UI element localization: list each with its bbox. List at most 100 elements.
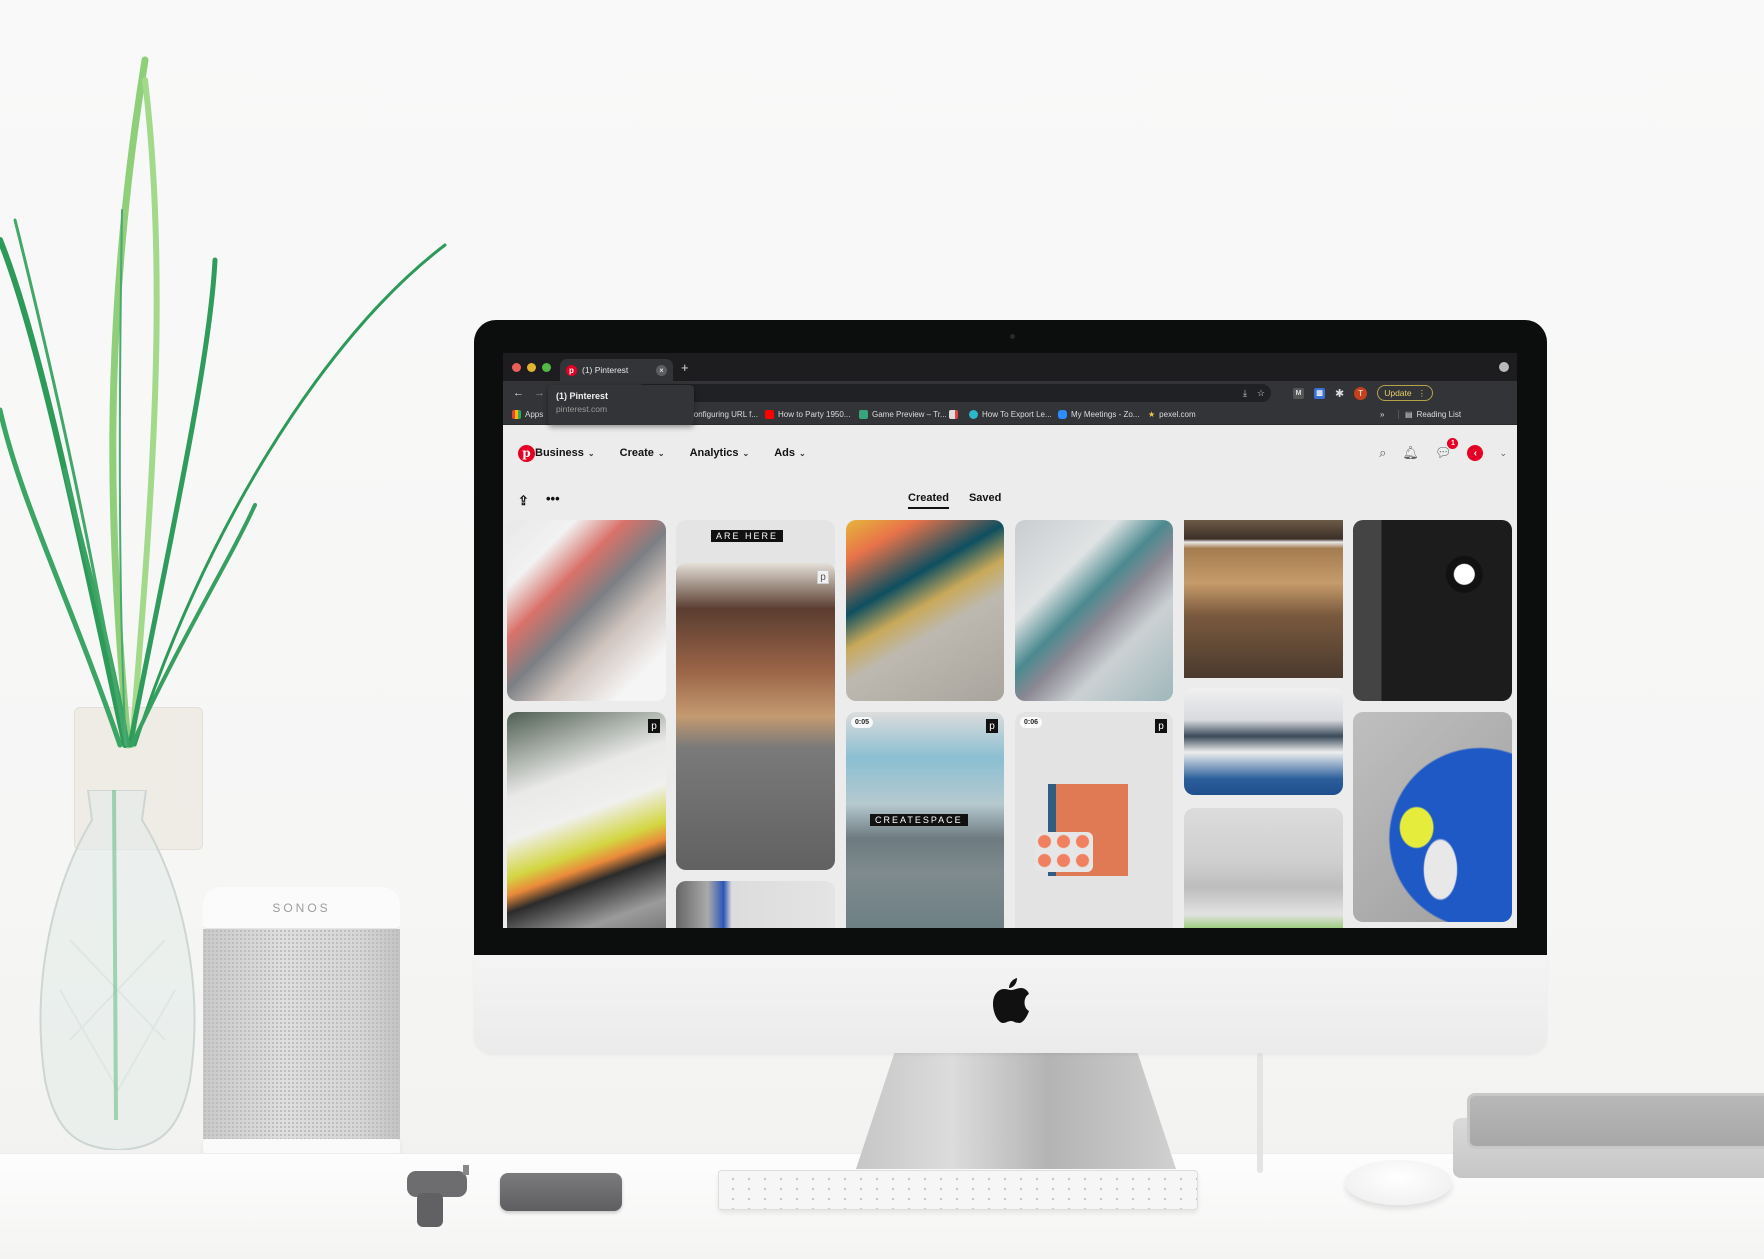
profile-tabs: Created Saved bbox=[908, 492, 1001, 509]
glass-vase bbox=[39, 790, 196, 1150]
more-options-icon[interactable]: ••• bbox=[546, 491, 560, 506]
apps-grid-icon bbox=[512, 410, 521, 419]
nav-business[interactable]: Business ⌄ bbox=[535, 447, 595, 459]
pin-grid: p ARE HERE p 0:05 p CREATESPACE 0:06 p bbox=[507, 520, 1517, 928]
pin-card[interactable] bbox=[1353, 712, 1512, 922]
tab-saved[interactable]: Saved bbox=[969, 492, 1001, 509]
bookmark-item[interactable]: How to Party 1950... bbox=[765, 410, 850, 419]
close-tab-icon[interactable]: × bbox=[656, 364, 667, 376]
pinterest-header: p Business ⌄ Create ⌄ Analytics ⌄ Ads ⌄ ⌕ 🔔︎… bbox=[503, 425, 1517, 481]
search-icon[interactable]: ⌕ bbox=[1379, 445, 1386, 461]
chevron-down-icon: ⌄ bbox=[587, 448, 595, 458]
pin-overlay-text: CREATESPACE bbox=[870, 814, 968, 826]
pin-card[interactable] bbox=[1015, 520, 1173, 701]
pin-card[interactable]: p bbox=[507, 712, 666, 928]
pin-badge: p bbox=[817, 570, 829, 584]
pinterest-favicon-icon: p bbox=[566, 364, 577, 376]
tab-pinterest[interactable]: p (1) Pinterest × bbox=[560, 359, 673, 381]
tab-search-icon[interactable] bbox=[1499, 362, 1509, 372]
new-tab-button[interactable]: + bbox=[681, 360, 689, 375]
star-icon: ★ bbox=[1148, 410, 1156, 419]
pin-card[interactable] bbox=[676, 881, 835, 928]
back-button[interactable]: ← bbox=[513, 387, 524, 399]
pin-card[interactable] bbox=[1184, 520, 1343, 678]
extension-blue-icon[interactable]: ▥ bbox=[1314, 387, 1325, 399]
tab-title: (1) Pinterest bbox=[582, 365, 629, 375]
watch-icon bbox=[407, 1165, 469, 1227]
bookmark-item[interactable]: Game Preview – Tr... bbox=[859, 410, 947, 419]
update-label: Update bbox=[1384, 388, 1412, 398]
plant-icon bbox=[0, 56, 447, 749]
pin-card[interactable] bbox=[846, 520, 1004, 701]
install-icon[interactable]: ⤓ bbox=[1243, 388, 1247, 399]
power-cable bbox=[1257, 1053, 1263, 1173]
close-window-button[interactable] bbox=[512, 362, 521, 372]
speaker: SONOS bbox=[203, 887, 400, 1163]
profile-avatar[interactable]: T bbox=[1354, 386, 1368, 400]
hover-card-domain: pinterest.com bbox=[556, 404, 608, 414]
pinterest-logo-icon[interactable]: p bbox=[518, 444, 535, 462]
messages-button[interactable]: 💬︎ 1 bbox=[1435, 438, 1459, 461]
apple-logo-icon bbox=[993, 978, 1029, 1023]
pin-card[interactable] bbox=[1184, 688, 1343, 795]
pin-overlay-text: ARE HERE bbox=[711, 530, 784, 542]
keyboard bbox=[718, 1170, 1198, 1210]
update-button[interactable]: Update ⋮ bbox=[1377, 385, 1434, 401]
hover-card-title: (1) Pinterest bbox=[556, 391, 609, 401]
bookmark-item[interactable] bbox=[949, 410, 958, 419]
speaker-brand-label: SONOS bbox=[272, 900, 331, 915]
nav-create[interactable]: Create ⌄ bbox=[620, 447, 665, 459]
pin-image-dots bbox=[1035, 832, 1093, 872]
share-icon[interactable]: ⇪ bbox=[518, 493, 529, 509]
bookmark-item[interactable]: ★ pexel.com bbox=[1148, 410, 1196, 419]
imac-stand bbox=[856, 1053, 1176, 1169]
tab-created[interactable]: Created bbox=[908, 492, 949, 509]
accounts-chevron-icon[interactable]: ⌄ bbox=[1499, 448, 1507, 459]
bookmark-item[interactable]: How To Export Le... bbox=[969, 410, 1052, 419]
window-controls bbox=[512, 362, 551, 372]
nav-analytics[interactable]: Analytics ⌄ bbox=[690, 447, 750, 459]
messages-badge: 1 bbox=[1447, 438, 1459, 449]
chevron-down-icon: ⌄ bbox=[798, 448, 806, 458]
bookmark-apps[interactable]: Apps bbox=[512, 410, 543, 419]
url-input[interactable]: reated/ ⤓ ☆ bbox=[635, 384, 1271, 402]
chevron-down-icon: ⌄ bbox=[657, 448, 665, 458]
forward-button[interactable]: → bbox=[534, 387, 545, 399]
pin-card[interactable]: 0:05 p CREATESPACE bbox=[846, 712, 1004, 928]
tab-bar: p (1) Pinterest × + bbox=[503, 353, 1517, 381]
puzzle-extensions-icon[interactable]: ✱ bbox=[1335, 387, 1344, 400]
slides-icon bbox=[859, 410, 868, 419]
extensions-area: M ▥ ✱ T Update ⋮ bbox=[1293, 384, 1434, 402]
tab-hover-card: (1) Pinterest pinterest.com bbox=[548, 385, 694, 425]
video-duration: 0:06 bbox=[1020, 717, 1043, 728]
pin-card[interactable]: p bbox=[676, 563, 835, 870]
reading-list-button[interactable]: ▤ Reading List bbox=[1398, 410, 1461, 419]
tablet bbox=[1467, 1093, 1764, 1149]
phone bbox=[500, 1173, 622, 1211]
notifications-bell-icon[interactable]: 🔔︎ bbox=[1402, 445, 1419, 461]
profile-toolbar: ⇪ ••• Created Saved bbox=[503, 481, 1517, 525]
pin-badge: p bbox=[648, 719, 660, 733]
mouse bbox=[1345, 1160, 1452, 1205]
extension-m-icon[interactable]: M bbox=[1293, 387, 1304, 399]
kebab-menu-icon: ⋮ bbox=[1417, 387, 1427, 398]
video-duration: 0:05 bbox=[851, 717, 874, 728]
maximize-window-button[interactable] bbox=[542, 362, 551, 372]
bookmark-star-icon[interactable]: ☆ bbox=[1257, 388, 1265, 399]
pin-badge: p bbox=[1155, 719, 1167, 733]
nav-ads[interactable]: Ads ⌄ bbox=[774, 447, 805, 459]
bookmark-red-icon bbox=[949, 410, 958, 419]
globe-icon bbox=[969, 410, 978, 419]
pin-card[interactable] bbox=[1353, 520, 1512, 701]
pin-card[interactable]: 0:06 p bbox=[1015, 712, 1173, 928]
pin-card[interactable] bbox=[507, 520, 666, 701]
browser-window: p (1) Pinterest × + ← → reated/ ⤓ ☆ M ▥ … bbox=[503, 353, 1517, 928]
youtube-icon bbox=[765, 410, 774, 419]
bookmark-item[interactable]: My Meetings - Zo... bbox=[1058, 410, 1139, 419]
profile-avatar[interactable]: ‹ bbox=[1467, 445, 1484, 461]
pin-card[interactable] bbox=[1184, 808, 1343, 928]
camera-icon bbox=[1010, 334, 1015, 339]
pin-badge: p bbox=[986, 719, 998, 733]
bookmarks-overflow-button[interactable]: » bbox=[1380, 410, 1384, 419]
minimize-window-button[interactable] bbox=[527, 362, 536, 372]
